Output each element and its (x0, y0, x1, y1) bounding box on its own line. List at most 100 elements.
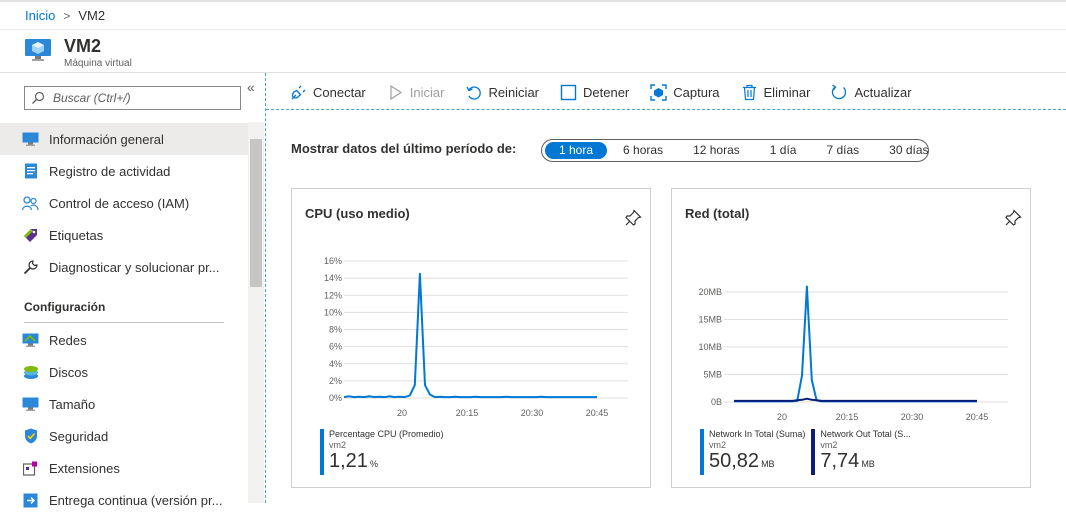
y-tick-label: 0B (711, 397, 722, 407)
y-tick-label: 16% (324, 256, 342, 266)
connect-label: Conectar (313, 84, 366, 100)
legend-value-number: 1,21 (329, 450, 368, 472)
period-option-12h[interactable]: 12 horas (679, 142, 754, 159)
legend-series-name: Network In Total (Suma) (709, 429, 806, 439)
sidebar-item-label: Información general (49, 131, 164, 147)
series-line (734, 285, 977, 403)
sidebar-item-diagnose[interactable]: Diagnosticar y solucionar pr... (0, 251, 248, 283)
command-bar: Conectar Iniciar Reiniciar Detener Captu… (290, 81, 933, 103)
sidebar-item-tags[interactable]: Etiquetas (0, 219, 248, 251)
legend-item[interactable]: Network Out Total (S... vm2 7,74 MB (811, 429, 911, 475)
search-input[interactable]: Buscar (Ctrl+/) (24, 86, 241, 110)
refresh-label: Actualizar (854, 84, 912, 100)
x-tick-label: 20:45 (966, 412, 989, 422)
x-tick-label: 20:45 (586, 408, 609, 418)
plug-icon (291, 85, 306, 99)
y-tick-label: 10MB (698, 342, 722, 352)
chart-title: Red (total) (685, 206, 750, 221)
legend-value-unit: % (369, 459, 378, 469)
capture-icon (650, 83, 667, 101)
legend-resource-name: vm2 (820, 440, 838, 450)
delivery-icon (22, 492, 39, 509)
breadcrumb-current: VM2 (78, 8, 106, 23)
cpu-chart-card[interactable]: CPU (uso medio) 0% 2% 4% 6% 8% 10% 12% 14% 16% 20… (291, 188, 651, 488)
network-icon (22, 332, 39, 349)
monitor-icon (22, 131, 39, 148)
period-option-1d[interactable]: 1 día (756, 142, 811, 159)
pin-icon[interactable] (624, 209, 642, 227)
series-line (343, 272, 597, 399)
collapse-sidebar-button[interactable]: « (247, 79, 255, 95)
sidebar-item-overview[interactable]: Información general (0, 123, 248, 155)
period-option-7d[interactable]: 7 días (812, 142, 873, 159)
y-tick-label: 8% (329, 325, 342, 335)
legend-item[interactable]: Percentage CPU (Promedio) vm2 1,21% (320, 429, 444, 475)
start-label: Iniciar (409, 84, 445, 100)
x-tick-label: 20:30 (901, 412, 924, 422)
play-icon (390, 84, 402, 100)
legend-resource-name: vm2 (709, 440, 727, 450)
y-tick-label: 12% (324, 290, 342, 300)
sidebar-item-security[interactable]: Seguridad (0, 420, 248, 452)
toolbar-divider (266, 109, 1066, 110)
y-tick-label: 5MB (703, 370, 722, 380)
y-tick-label: 6% (329, 342, 342, 352)
sidebar-item-disks[interactable]: Discos (0, 356, 248, 388)
legend-value: 50,82 MB (709, 450, 805, 475)
x-tick-label: 20 (397, 408, 407, 418)
page-title: VM2 (64, 36, 102, 56)
restart-button[interactable]: Reiniciar (465, 84, 539, 101)
pin-icon[interactable] (1004, 209, 1022, 227)
divider (0, 29, 1066, 30)
stop-label: Detener (583, 84, 630, 100)
period-label: Mostrar datos del último período de: (291, 141, 517, 156)
stop-button[interactable]: Detener (560, 84, 629, 101)
page-subtitle: Máquina virtual (64, 58, 132, 69)
breadcrumb-home-link[interactable]: Inicio (25, 8, 55, 23)
delete-button[interactable]: Eliminar (741, 84, 810, 101)
legend-series-name: Percentage CPU (Promedio) (329, 429, 444, 439)
x-tick-label: 20:30 (521, 408, 544, 418)
people-icon (22, 195, 39, 212)
refresh-button[interactable]: Actualizar (831, 83, 912, 101)
legend-item[interactable]: Network In Total (Suma) vm2 50,82 MB (700, 429, 805, 475)
sidebar-item-label: Control de acceso (IAM) (49, 195, 190, 211)
period-option-30d[interactable]: 30 días (875, 142, 942, 159)
size-icon (22, 396, 39, 413)
legend-resource-name: vm2 (329, 440, 347, 450)
sidebar-item-activity-log[interactable]: Registro de actividad (0, 155, 248, 187)
top-border (0, 0, 1066, 2)
capture-button[interactable]: Captura (650, 83, 720, 101)
sidebar-item-label: Diagnosticar y solucionar pr... (49, 259, 220, 275)
breadcrumb: Inicio > VM2 (25, 8, 105, 23)
trash-icon (742, 84, 756, 100)
sidebar-item-iam[interactable]: Control de acceso (IAM) (0, 187, 248, 219)
period-option-1h[interactable]: 1 hora (545, 142, 608, 159)
y-tick-label: 0% (329, 393, 342, 403)
search-icon (32, 91, 45, 104)
legend-value-unit: MB (761, 459, 775, 469)
y-tick-label: 10% (324, 307, 342, 317)
sidebar-item-extensions[interactable]: Extensiones (0, 452, 248, 484)
pane-divider (265, 73, 266, 503)
sidebar-item-networking[interactable]: Redes (0, 324, 248, 356)
sidebar-item-label: Extensiones (49, 460, 120, 476)
virtual-machine-icon (25, 39, 51, 61)
sidebar-item-size[interactable]: Tamaño (0, 388, 248, 420)
network-chart-card[interactable]: Red (total) 0B 5MB 10MB 15MB 20MB 20 20:15 20:3… (671, 188, 1031, 488)
sidebar-item-label: Tamaño (49, 396, 96, 412)
sidebar-scroll-thumb[interactable] (250, 139, 262, 287)
start-button[interactable]: Iniciar (387, 84, 445, 101)
legend-value: 1,21% (329, 450, 444, 475)
shield-icon (22, 428, 39, 445)
legend-value-number: 7,74 (820, 450, 860, 472)
sidebar-item-label: Etiquetas (49, 227, 104, 243)
period-option-6h[interactable]: 6 horas (609, 142, 677, 159)
sidebar-item-continuous-delivery[interactable]: Entrega continua (versión pr... (0, 484, 248, 516)
x-tick-label: 20:15 (456, 408, 479, 418)
connect-button[interactable]: Conectar (290, 84, 366, 101)
y-tick-label: 14% (324, 273, 342, 283)
chevron-right-icon: > (63, 8, 71, 23)
legend-color-bar (320, 429, 324, 475)
activity-log-icon (22, 163, 39, 180)
